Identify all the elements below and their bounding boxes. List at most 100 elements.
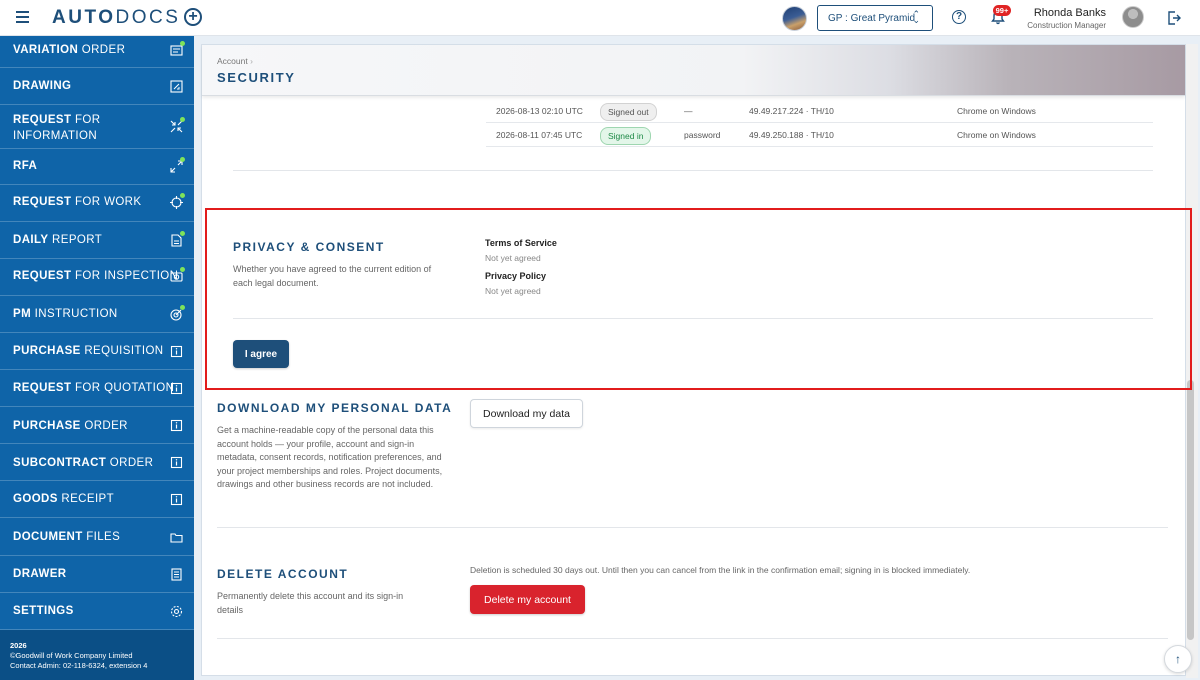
privacy-section-description: Whether you have agreed to the current e… xyxy=(233,264,432,288)
logo-light-text: DOCS xyxy=(115,7,181,28)
status-dot xyxy=(180,231,185,236)
sidebar-item-purchase-requisition[interactable]: PURCHASE REQUISITION xyxy=(0,333,194,370)
sidebar-item-purchase-order[interactable]: PURCHASE ORDER xyxy=(0,407,194,444)
sidebar-item-pm-instruction[interactable]: PM INSTRUCTION xyxy=(0,296,194,333)
sidebar-item-label: REQUEST FOR INFORMATION xyxy=(13,114,101,142)
status-dot xyxy=(180,157,185,162)
sidebar-item-settings[interactable]: SETTINGS xyxy=(0,593,194,630)
sidebar-item-label: SUBCONTRACT ORDER xyxy=(13,457,154,469)
session-method: password xyxy=(684,130,721,140)
session-time: 2026-08-13 02:10 UTC xyxy=(496,106,583,116)
app-logo[interactable]: AUTODOCS xyxy=(52,7,180,29)
user-avatar[interactable] xyxy=(1122,6,1144,28)
sidebar-item-label: RFA xyxy=(13,160,38,172)
footer-contact: Contact Admin: 02-118-6324, extension 4 xyxy=(10,661,148,670)
delete-section-description: Permanently delete this account and its … xyxy=(217,591,404,615)
session-ip: 49.49.250.188 · TH/10 xyxy=(749,130,834,140)
delete-section-note: Deletion is scheduled 30 days out. Until… xyxy=(470,565,971,575)
doc-info-icon xyxy=(170,382,183,395)
privacy-policy-status: Not yet agreed xyxy=(485,286,541,296)
i-agree-button[interactable]: I agree xyxy=(233,340,289,368)
project-selector[interactable]: GP : Great Pyramid ⌃ ⌄ xyxy=(817,5,933,31)
sidebar-item-request-for-quotation[interactable]: REQUEST FOR QUOTATION xyxy=(0,370,194,407)
sidebar-item-drawing[interactable]: DRAWING xyxy=(0,68,194,105)
status-dot xyxy=(180,41,185,46)
doc-info-icon xyxy=(170,456,183,469)
folder-icon xyxy=(170,533,183,543)
sidebar-item-label: DAILY REPORT xyxy=(13,234,103,246)
menu-icon[interactable] xyxy=(16,11,29,23)
sidebar-item-label: VARIATION ORDER xyxy=(13,44,126,56)
sidebar-item-document-files[interactable]: DOCUMENT FILES xyxy=(0,518,194,556)
sidebar-item-rfa[interactable]: RFA xyxy=(0,149,194,185)
status-dot xyxy=(180,117,185,122)
page-header-banner xyxy=(202,45,1185,96)
status-dot xyxy=(180,305,185,310)
sidebar-item-label: SETTINGS xyxy=(13,605,74,617)
session-ip: 49.49.217.224 · TH/10 xyxy=(749,106,834,116)
section-divider xyxy=(217,638,1168,639)
logo-bold-text: AUTO xyxy=(52,7,116,28)
breadcrumb-separator: › xyxy=(250,56,253,66)
delete-section-title: DELETE ACCOUNT xyxy=(217,567,349,581)
session-method: — xyxy=(684,106,693,116)
table-row: 2026-08-13 02:10 UTC Signed out — 49.49.… xyxy=(486,99,1153,123)
scroll-to-top-button[interactable]: ↑ xyxy=(1164,645,1192,673)
sidebar-item-label: DRAWING xyxy=(13,80,72,92)
page-title: SECURITY xyxy=(217,70,296,85)
sidebar-item-request-for-inspection[interactable]: REQUEST FOR INSPECTION xyxy=(0,259,194,296)
section-divider xyxy=(233,170,1153,171)
status-dot xyxy=(180,267,185,272)
session-time: 2026-08-11 07:45 UTC xyxy=(496,130,583,140)
session-device: Chrome on Windows xyxy=(957,130,1036,140)
sidebar-item-goods-receipt[interactable]: GOODS RECEIPT xyxy=(0,481,194,518)
sidebar-item-label: DRAWER xyxy=(13,568,67,580)
doc-info-icon xyxy=(170,493,183,506)
status-badge: Signed in xyxy=(600,127,652,145)
sidebar-item-label: DOCUMENT FILES xyxy=(13,531,121,543)
add-icon[interactable]: + xyxy=(184,8,202,26)
sidebar-item-label: PURCHASE ORDER xyxy=(13,420,128,432)
top-bar: AUTODOCS + GP : Great Pyramid ⌃ ⌄ ? 99+ R… xyxy=(0,0,1200,36)
arrow-up-icon: ↑ xyxy=(1175,652,1181,666)
doc-info-icon xyxy=(170,345,183,358)
project-avatar xyxy=(782,6,807,31)
section-divider xyxy=(233,318,1153,319)
footer-company: ©Goodwill of Work Company Limited xyxy=(10,651,133,660)
terms-of-service-status: Not yet agreed xyxy=(485,253,541,263)
sidebar-item-label: REQUEST FOR QUOTATION xyxy=(13,382,175,394)
chevron-updown-icon: ⌃ ⌄ xyxy=(912,9,920,25)
sidebar-item-drawer[interactable]: DRAWER xyxy=(0,556,194,593)
section-divider xyxy=(217,527,1168,528)
status-dot xyxy=(180,193,185,198)
table-row: 2026-08-11 07:45 UTC Signed in password … xyxy=(486,123,1153,147)
sidebar-item-label: REQUEST FOR INSPECTION xyxy=(13,270,179,282)
download-section-description: Get a machine-readable copy of the perso… xyxy=(217,425,443,489)
privacy-policy-label: Privacy Policy xyxy=(485,271,547,281)
delete-my-account-button[interactable]: Delete my account xyxy=(470,585,585,614)
project-selector-value: GP : Great Pyramid xyxy=(828,13,916,24)
sidebar-item-label: PURCHASE REQUISITION xyxy=(13,345,164,357)
status-badge: Signed out xyxy=(600,103,657,121)
sidebar-item-subcontract-order[interactable]: SUBCONTRACT ORDER xyxy=(0,444,194,481)
breadcrumb-account[interactable]: Account xyxy=(217,56,248,66)
user-name: Rhonda Banks xyxy=(1033,7,1106,19)
scrollbar-thumb[interactable] xyxy=(1187,380,1194,640)
logout-icon[interactable] xyxy=(1166,10,1182,26)
sidebar-item-request-for-information[interactable]: REQUEST FOR INFORMATION xyxy=(0,105,194,149)
session-device: Chrome on Windows xyxy=(957,106,1036,116)
drawing-icon xyxy=(170,80,183,93)
sidebar-footer: 2026 ©Goodwill of Work Company Limited C… xyxy=(0,630,194,680)
sidebar-item-variation-order[interactable]: VARIATION ORDER xyxy=(0,36,194,68)
download-my-data-button[interactable]: Download my data xyxy=(470,399,583,428)
help-icon[interactable]: ? xyxy=(952,10,966,24)
user-role: Construction Manager xyxy=(1027,21,1106,30)
sidebar-item-request-for-work[interactable]: REQUEST FOR WORK xyxy=(0,185,194,222)
gear-icon xyxy=(170,605,183,618)
drawer-icon xyxy=(171,568,182,581)
download-section-title: DOWNLOAD MY PERSONAL DATA xyxy=(217,401,453,415)
sidebar-item-label: GOODS RECEIPT xyxy=(13,493,115,505)
sidebar-item-label: REQUEST FOR WORK xyxy=(13,196,142,208)
sidebar-item-daily-report[interactable]: DAILY REPORT xyxy=(0,222,194,259)
doc-info-icon xyxy=(170,419,183,432)
